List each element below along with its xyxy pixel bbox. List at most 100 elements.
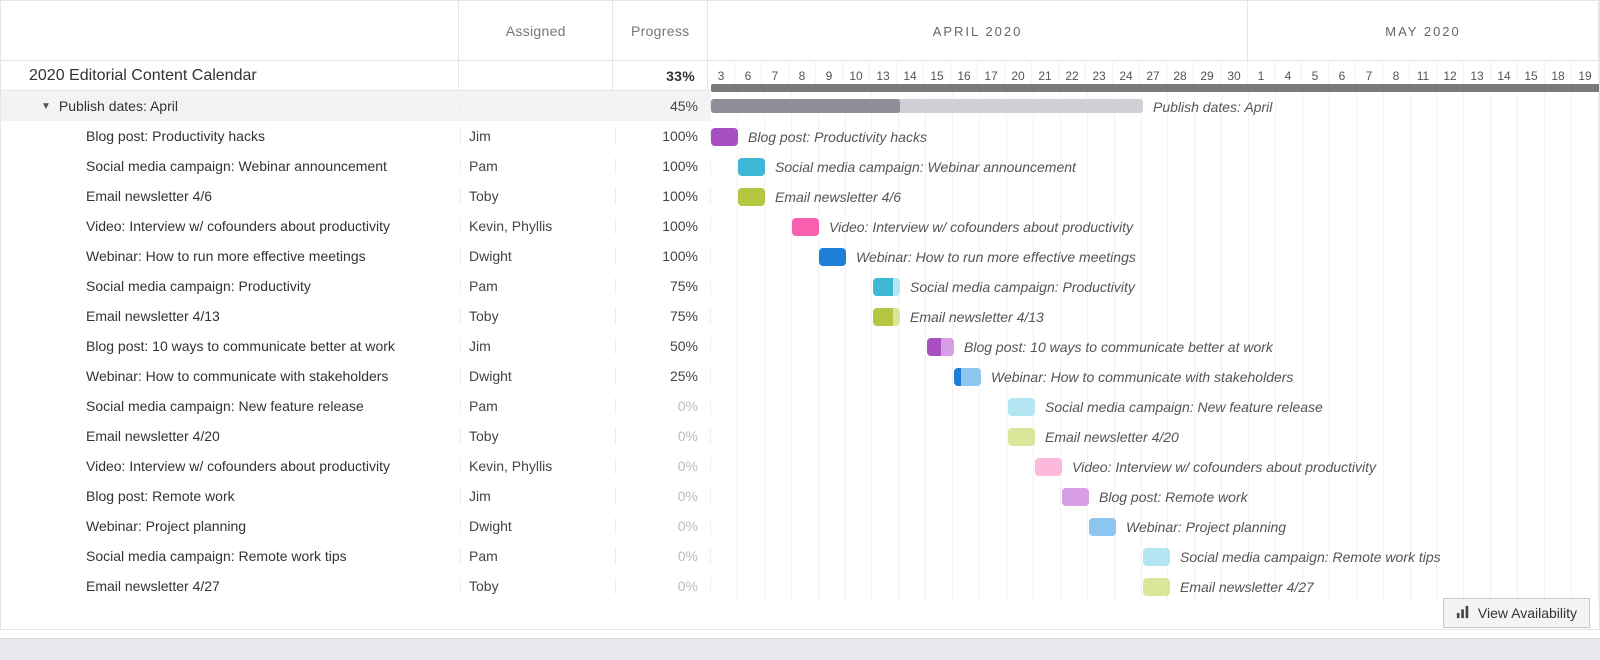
- task-bar[interactable]: [873, 278, 900, 296]
- task-bar[interactable]: [792, 218, 819, 236]
- day-header[interactable]: 5: [1302, 61, 1329, 91]
- task-name[interactable]: Email newsletter 4/6: [1, 188, 461, 204]
- task-assigned[interactable]: Jim: [461, 338, 616, 354]
- task-bar[interactable]: [954, 368, 981, 386]
- task-bar[interactable]: [711, 128, 738, 146]
- day-header[interactable]: 18: [1545, 61, 1572, 91]
- task-name[interactable]: Social media campaign: Webinar announcem…: [1, 158, 461, 174]
- day-header[interactable]: 30: [1221, 61, 1248, 91]
- caret-down-icon[interactable]: ▼: [41, 101, 51, 112]
- task-assigned[interactable]: Jim: [461, 128, 616, 144]
- day-header[interactable]: 6: [1329, 61, 1356, 91]
- task-assigned[interactable]: Dwight: [461, 368, 616, 384]
- task-name[interactable]: Social media campaign: Remote work tips: [1, 548, 461, 564]
- task-assigned[interactable]: Toby: [461, 428, 616, 444]
- task-assigned[interactable]: Kevin, Phyllis: [461, 218, 616, 234]
- day-header[interactable]: 1: [1248, 61, 1275, 91]
- task-assigned[interactable]: Toby: [461, 308, 616, 324]
- table-row[interactable]: Webinar: Project planningDwight0%: [1, 511, 711, 541]
- day-header[interactable]: 8: [1383, 61, 1410, 91]
- day-header[interactable]: 23: [1086, 61, 1113, 91]
- table-row[interactable]: Email newsletter 4/27Toby0%: [1, 571, 711, 601]
- day-header[interactable]: 7: [1356, 61, 1383, 91]
- task-assigned[interactable]: Jim: [461, 488, 616, 504]
- task-bar[interactable]: [1143, 578, 1170, 596]
- day-header[interactable]: 11: [1410, 61, 1437, 91]
- day-header[interactable]: 17: [978, 61, 1005, 91]
- day-header[interactable]: 22: [1059, 61, 1086, 91]
- table-row[interactable]: Social media campaign: Webinar announcem…: [1, 151, 711, 181]
- table-row[interactable]: Email newsletter 4/6Toby100%: [1, 181, 711, 211]
- table-row[interactable]: Blog post: Productivity hacksJim100%: [1, 121, 711, 151]
- task-name[interactable]: Video: Interview w/ cofounders about pro…: [1, 218, 461, 234]
- day-header[interactable]: 27: [1140, 61, 1167, 91]
- table-row[interactable]: Blog post: Remote workJim0%: [1, 481, 711, 511]
- task-name[interactable]: Email newsletter 4/20: [1, 428, 461, 444]
- task-assigned[interactable]: Pam: [461, 548, 616, 564]
- day-header[interactable]: 19: [1572, 61, 1599, 91]
- task-bar[interactable]: [873, 308, 900, 326]
- task-name[interactable]: Webinar: Project planning: [1, 518, 461, 534]
- task-bar[interactable]: [1035, 458, 1062, 476]
- task-bar[interactable]: [1089, 518, 1116, 536]
- task-bar[interactable]: [927, 338, 954, 356]
- day-header[interactable]: 28: [1167, 61, 1194, 91]
- day-header[interactable]: 15: [1518, 61, 1545, 91]
- day-header[interactable]: 21: [1032, 61, 1059, 91]
- day-header[interactable]: 6: [735, 61, 762, 91]
- task-assigned[interactable]: Toby: [461, 188, 616, 204]
- day-header[interactable]: 20: [1005, 61, 1032, 91]
- task-assigned[interactable]: Toby: [461, 578, 616, 594]
- day-header[interactable]: 3: [708, 61, 735, 91]
- day-header[interactable]: 13: [1464, 61, 1491, 91]
- table-row[interactable]: Webinar: How to run more effective meeti…: [1, 241, 711, 271]
- day-header[interactable]: 4: [1275, 61, 1302, 91]
- table-row[interactable]: Video: Interview w/ cofounders about pro…: [1, 451, 711, 481]
- table-row[interactable]: Email newsletter 4/20Toby0%: [1, 421, 711, 451]
- day-header[interactable]: 8: [789, 61, 816, 91]
- table-row[interactable]: Video: Interview w/ cofounders about pro…: [1, 211, 711, 241]
- task-name[interactable]: Webinar: How to communicate with stakeho…: [1, 368, 461, 384]
- day-header[interactable]: 24: [1113, 61, 1140, 91]
- day-header[interactable]: 14: [897, 61, 924, 91]
- day-header[interactable]: 14: [1491, 61, 1518, 91]
- table-row[interactable]: Blog post: 10 ways to communicate better…: [1, 331, 711, 361]
- day-header[interactable]: 15: [924, 61, 951, 91]
- task-bar[interactable]: [738, 158, 765, 176]
- project-title[interactable]: 2020 Editorial Content Calendar: [1, 61, 459, 90]
- day-header[interactable]: 7: [762, 61, 789, 91]
- task-name[interactable]: Blog post: Productivity hacks: [1, 128, 461, 144]
- table-row[interactable]: Webinar: How to communicate with stakeho…: [1, 361, 711, 391]
- day-header[interactable]: 13: [870, 61, 897, 91]
- task-assigned[interactable]: Dwight: [461, 518, 616, 534]
- task-name[interactable]: Social media campaign: New feature relea…: [1, 398, 461, 414]
- table-row[interactable]: ▼Publish dates: April45%: [1, 91, 711, 121]
- day-header[interactable]: 16: [951, 61, 978, 91]
- task-name[interactable]: Email newsletter 4/27: [1, 578, 461, 594]
- task-name[interactable]: ▼Publish dates: April: [1, 98, 461, 114]
- task-assigned[interactable]: Dwight: [461, 248, 616, 264]
- task-name[interactable]: Email newsletter 4/13: [1, 308, 461, 324]
- header-progress[interactable]: Progress: [613, 1, 708, 60]
- task-bar[interactable]: [1008, 398, 1035, 416]
- task-bar[interactable]: [738, 188, 765, 206]
- task-name[interactable]: Blog post: Remote work: [1, 488, 461, 504]
- day-header[interactable]: 9: [816, 61, 843, 91]
- task-name[interactable]: Video: Interview w/ cofounders about pro…: [1, 458, 461, 474]
- table-row[interactable]: Social media campaign: New feature relea…: [1, 391, 711, 421]
- task-name[interactable]: Webinar: How to run more effective meeti…: [1, 248, 461, 264]
- task-name[interactable]: Blog post: 10 ways to communicate better…: [1, 338, 461, 354]
- task-bar[interactable]: [819, 248, 846, 266]
- task-assigned[interactable]: Pam: [461, 398, 616, 414]
- task-bar[interactable]: [1143, 548, 1170, 566]
- day-header[interactable]: 12: [1437, 61, 1464, 91]
- header-assigned[interactable]: Assigned: [459, 1, 613, 60]
- table-row[interactable]: Social media campaign: Remote work tipsP…: [1, 541, 711, 571]
- task-bar[interactable]: [1008, 428, 1035, 446]
- day-header[interactable]: 10: [843, 61, 870, 91]
- day-header[interactable]: 29: [1194, 61, 1221, 91]
- task-assigned[interactable]: Pam: [461, 158, 616, 174]
- table-row[interactable]: Social media campaign: ProductivityPam75…: [1, 271, 711, 301]
- table-row[interactable]: Email newsletter 4/13Toby75%: [1, 301, 711, 331]
- task-assigned[interactable]: Kevin, Phyllis: [461, 458, 616, 474]
